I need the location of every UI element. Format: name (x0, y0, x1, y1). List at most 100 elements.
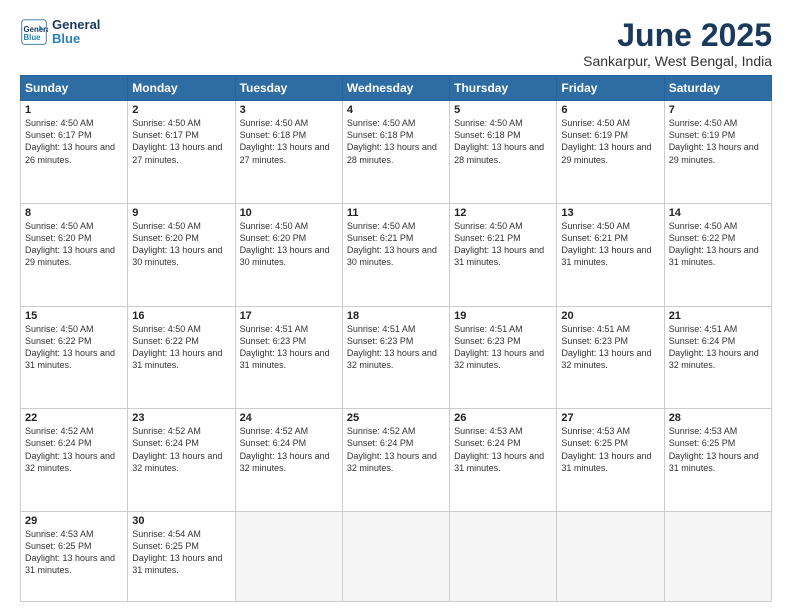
table-row (450, 512, 557, 602)
table-row: 16 Sunrise: 4:50 AMSunset: 6:22 PMDayligh… (128, 306, 235, 409)
table-row: 10 Sunrise: 4:50 AMSunset: 6:20 PMDayligh… (235, 203, 342, 306)
day-number: 28 (669, 412, 767, 424)
table-row: 22 Sunrise: 4:52 AMSunset: 6:24 PMDayligh… (21, 409, 128, 512)
day-number: 18 (347, 310, 445, 322)
day-info: Sunrise: 4:51 AMSunset: 6:23 PMDaylight:… (561, 324, 651, 370)
table-row: 23Sunrise: 4:52 AMSunset: 6:24 PMDayligh… (128, 409, 235, 512)
table-row: 8Sunrise: 4:50 AMSunset: 6:20 PMDaylight… (21, 203, 128, 306)
table-row: 2Sunrise: 4:50 AMSunset: 6:17 PMDaylight… (128, 101, 235, 204)
logo-line1: General (52, 18, 100, 32)
day-info: Sunrise: 4:54 AMSunset: 6:25 PMDaylight:… (132, 529, 222, 575)
table-row: 27 Sunrise: 4:53 AMSunset: 6:25 PMDayligh… (557, 409, 664, 512)
table-row (664, 512, 771, 602)
day-number: 15 (25, 310, 123, 322)
day-info: Sunrise: 4:50 AMSunset: 6:18 PMDaylight:… (347, 118, 437, 164)
day-info: Sunrise: 4:50 AMSunset: 6:19 PMDaylight:… (561, 118, 651, 164)
day-number: 6 (561, 104, 659, 116)
logo-text: General Blue (52, 18, 100, 47)
day-info: Sunrise: 4:52 AMSunset: 6:24 PMDaylight:… (25, 426, 115, 472)
day-info: Sunrise: 4:53 AMSunset: 6:25 PMDaylight:… (669, 426, 759, 472)
day-number: 17 (240, 310, 338, 322)
day-info: Sunrise: 4:51 AMSunset: 6:23 PMDaylight:… (454, 324, 544, 370)
day-number: 24 (240, 412, 338, 424)
day-info: Sunrise: 4:53 AMSunset: 6:24 PMDaylight:… (454, 426, 544, 472)
col-saturday: Saturday (664, 76, 771, 101)
table-row: 15 Sunrise: 4:50 AMSunset: 6:22 PMDayligh… (21, 306, 128, 409)
day-number: 9 (132, 207, 230, 219)
calendar-table: Sunday Monday Tuesday Wednesday Thursday… (20, 75, 772, 602)
table-row: 21 Sunrise: 4:51 AMSunset: 6:24 PMDayligh… (664, 306, 771, 409)
day-number: 12 (454, 207, 552, 219)
day-info: Sunrise: 4:50 AMSunset: 6:22 PMDaylight:… (669, 221, 759, 267)
day-number: 30 (132, 515, 230, 527)
table-row: 1Sunrise: 4:50 AMSunset: 6:17 PMDaylight… (21, 101, 128, 204)
page: General Blue General Blue June 2025 Sank… (0, 0, 792, 612)
day-number: 27 (561, 412, 659, 424)
table-row: 18 Sunrise: 4:51 AMSunset: 6:23 PMDayligh… (342, 306, 449, 409)
table-row (342, 512, 449, 602)
table-row: 11 Sunrise: 4:50 AMSunset: 6:21 PMDayligh… (342, 203, 449, 306)
day-info: Sunrise: 4:50 AMSunset: 6:18 PMDaylight:… (454, 118, 544, 164)
day-info: Sunrise: 4:50 AMSunset: 6:21 PMDaylight:… (454, 221, 544, 267)
day-number: 29 (25, 515, 123, 527)
day-number: 25 (347, 412, 445, 424)
day-info: Sunrise: 4:51 AMSunset: 6:24 PMDaylight:… (669, 324, 759, 370)
table-row: 6 Sunrise: 4:50 AMSunset: 6:19 PMDaylight… (557, 101, 664, 204)
day-number: 4 (347, 104, 445, 116)
day-info: Sunrise: 4:52 AMSunset: 6:24 PMDaylight:… (347, 426, 437, 472)
table-row: 3 Sunrise: 4:50 AMSunset: 6:18 PMDaylight… (235, 101, 342, 204)
day-info: Sunrise: 4:51 AMSunset: 6:23 PMDaylight:… (347, 324, 437, 370)
day-number: 26 (454, 412, 552, 424)
day-info: Sunrise: 4:50 AMSunset: 6:20 PMDaylight:… (240, 221, 330, 267)
day-number: 16 (132, 310, 230, 322)
day-number: 22 (25, 412, 123, 424)
col-friday: Friday (557, 76, 664, 101)
day-number: 11 (347, 207, 445, 219)
col-monday: Monday (128, 76, 235, 101)
table-row (557, 512, 664, 602)
table-row: 9Sunrise: 4:50 AMSunset: 6:20 PMDaylight… (128, 203, 235, 306)
col-thursday: Thursday (450, 76, 557, 101)
table-row: 24 Sunrise: 4:52 AMSunset: 6:24 PMDayligh… (235, 409, 342, 512)
table-row: 25 Sunrise: 4:52 AMSunset: 6:24 PMDayligh… (342, 409, 449, 512)
table-row: 14 Sunrise: 4:50 AMSunset: 6:22 PMDayligh… (664, 203, 771, 306)
table-row: 12 Sunrise: 4:50 AMSunset: 6:21 PMDayligh… (450, 203, 557, 306)
table-row: 7Sunrise: 4:50 AMSunset: 6:19 PMDaylight… (664, 101, 771, 204)
day-info: Sunrise: 4:51 AMSunset: 6:23 PMDaylight:… (240, 324, 330, 370)
table-row (235, 512, 342, 602)
day-info: Sunrise: 4:53 AMSunset: 6:25 PMDaylight:… (561, 426, 651, 472)
col-sunday: Sunday (21, 76, 128, 101)
table-row: 20 Sunrise: 4:51 AMSunset: 6:23 PMDayligh… (557, 306, 664, 409)
table-row: 17 Sunrise: 4:51 AMSunset: 6:23 PMDayligh… (235, 306, 342, 409)
day-info: Sunrise: 4:52 AMSunset: 6:24 PMDaylight:… (132, 426, 222, 472)
logo-icon: General Blue (20, 18, 48, 46)
day-number: 2 (132, 104, 230, 116)
table-row: 5 Sunrise: 4:50 AMSunset: 6:18 PMDaylight… (450, 101, 557, 204)
table-row: 28 Sunrise: 4:53 AMSunset: 6:25 PMDayligh… (664, 409, 771, 512)
table-row: 4 Sunrise: 4:50 AMSunset: 6:18 PMDaylight… (342, 101, 449, 204)
day-number: 3 (240, 104, 338, 116)
day-number: 7 (669, 104, 767, 116)
header: General Blue General Blue June 2025 Sank… (20, 18, 772, 69)
table-row: 19Sunrise: 4:51 AMSunset: 6:23 PMDayligh… (450, 306, 557, 409)
day-number: 8 (25, 207, 123, 219)
logo-line2: Blue (52, 32, 100, 46)
day-info: Sunrise: 4:53 AMSunset: 6:25 PMDaylight:… (25, 529, 115, 575)
day-info: Sunrise: 4:52 AMSunset: 6:24 PMDaylight:… (240, 426, 330, 472)
day-number: 10 (240, 207, 338, 219)
calendar-header-row: Sunday Monday Tuesday Wednesday Thursday… (21, 76, 772, 101)
table-row: 29 Sunrise: 4:53 AMSunset: 6:25 PMDayligh… (21, 512, 128, 602)
subtitle: Sankarpur, West Bengal, India (583, 53, 772, 69)
day-number: 14 (669, 207, 767, 219)
day-info: Sunrise: 4:50 AMSunset: 6:18 PMDaylight:… (240, 118, 330, 164)
day-info: Sunrise: 4:50 AMSunset: 6:22 PMDaylight:… (25, 324, 115, 370)
day-info: Sunrise: 4:50 AMSunset: 6:21 PMDaylight:… (561, 221, 651, 267)
day-number: 21 (669, 310, 767, 322)
day-number: 5 (454, 104, 552, 116)
table-row: 13Sunrise: 4:50 AMSunset: 6:21 PMDayligh… (557, 203, 664, 306)
table-row: 26 Sunrise: 4:53 AMSunset: 6:24 PMDayligh… (450, 409, 557, 512)
day-info: Sunrise: 4:50 AMSunset: 6:22 PMDaylight:… (132, 324, 222, 370)
day-number: 1 (25, 104, 123, 116)
day-number: 20 (561, 310, 659, 322)
day-info: Sunrise: 4:50 AMSunset: 6:21 PMDaylight:… (347, 221, 437, 267)
